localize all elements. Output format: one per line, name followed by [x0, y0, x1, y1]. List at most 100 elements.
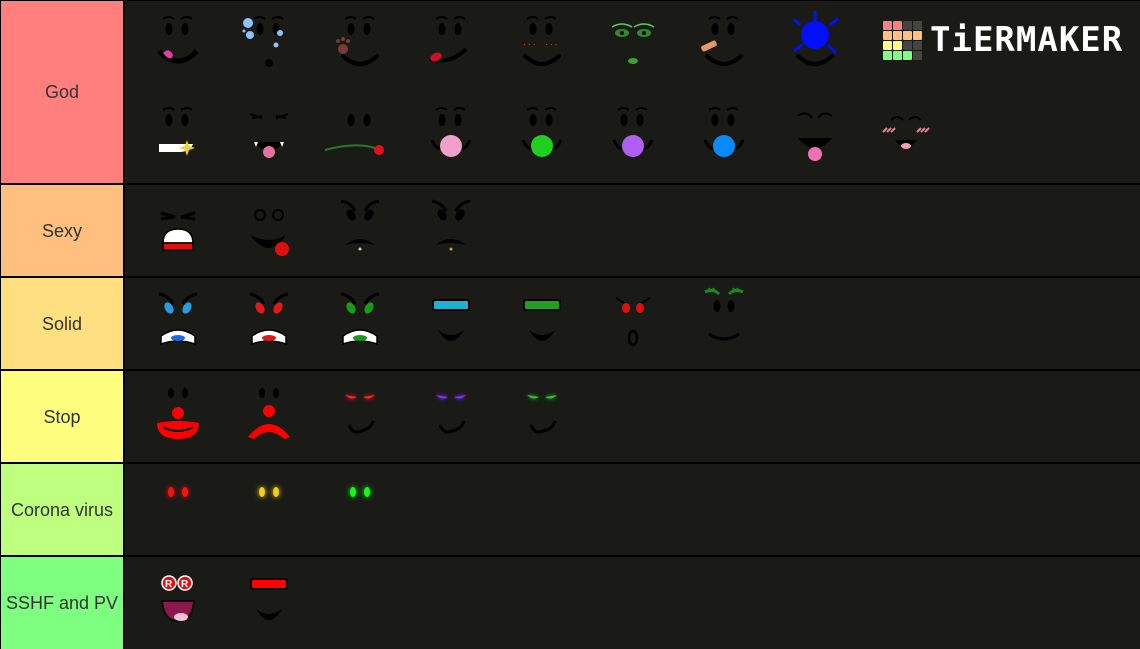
- face-item-red-glow-smirk[interactable]: [315, 371, 405, 461]
- tier-row: Corona virus: [0, 464, 1140, 555]
- logo-grid-cell: [913, 20, 922, 30]
- svg-text:R: R: [165, 579, 173, 590]
- blue-paint-splat-icon: [792, 11, 839, 66]
- face-item-paw-print-smile[interactable]: [315, 1, 405, 91]
- face-item-happy-tongue[interactable]: [770, 92, 860, 182]
- blue-angry-fangs-icon: [158, 292, 198, 346]
- blue-visor-smile-icon: [432, 299, 470, 341]
- face-item-green-glowing-eyes[interactable]: [315, 464, 405, 554]
- face-item-clown-happy[interactable]: [133, 371, 223, 461]
- gold-fang-icon: [431, 199, 471, 251]
- face-item-blue-bubblegum[interactable]: [679, 92, 769, 182]
- tier-items-area[interactable]: [125, 185, 1140, 276]
- logo-grid-cell: [893, 20, 902, 30]
- tier-label[interactable]: Stop: [1, 371, 124, 462]
- red-angry-fangs-icon: [249, 292, 289, 346]
- tier-items-area[interactable]: [125, 371, 1140, 462]
- logo-grid-cell: [893, 40, 902, 50]
- red-lip-smirk-icon: [429, 16, 468, 63]
- tier-items-area[interactable]: RR: [125, 557, 1140, 649]
- face-item-blue-visor-smile[interactable]: [406, 278, 496, 368]
- face-item-gold-tooth-grin[interactable]: [133, 92, 223, 182]
- face-item-gold-fang[interactable]: [406, 185, 496, 275]
- yellow-glowing-eyes-icon: [259, 487, 279, 497]
- bubbles-surprised-icon: [242, 16, 284, 67]
- face-item-silver-fang[interactable]: [315, 185, 405, 275]
- tier-items-area[interactable]: [125, 464, 1140, 555]
- tier-items-area[interactable]: [125, 278, 1140, 369]
- logo-grid-cell: [903, 50, 912, 60]
- laurel-smile-icon: [704, 287, 744, 341]
- silver-fang-icon: [340, 199, 380, 251]
- tier-label[interactable]: Solid: [1, 278, 124, 369]
- red-visor-smile-icon: [250, 578, 288, 620]
- face-item-laurel-smile[interactable]: [679, 278, 769, 368]
- tier-row: Sexy: [0, 185, 1140, 276]
- green-angry-fangs-icon: [340, 292, 380, 346]
- tier-row: SSHF and PV R R: [0, 557, 1140, 649]
- logo-grid-cell: [883, 50, 892, 60]
- face-item-blue-angry-fangs[interactable]: [133, 278, 223, 368]
- face-item-roblox-r-eyes[interactable]: RR: [133, 557, 223, 647]
- face-item-blushing-happy[interactable]: [861, 92, 951, 182]
- green-eyes-glam-icon: [611, 23, 655, 64]
- squint-red-mouth-icon: [160, 211, 196, 251]
- face-item-red-glowing-eyes[interactable]: [133, 464, 223, 554]
- svg-text:· · ·: · · ·: [545, 40, 557, 49]
- face-item-green-eyes-glam[interactable]: [588, 1, 678, 91]
- face-item-clown-sad[interactable]: [224, 371, 314, 461]
- tier-row: Solid: [0, 278, 1140, 369]
- face-item-red-angry-fangs[interactable]: [224, 278, 314, 368]
- red-glowing-eyes-icon: [168, 487, 188, 497]
- face-item-blue-paint-splat[interactable]: [770, 1, 860, 91]
- face-item-green-angry-fangs[interactable]: [315, 278, 405, 368]
- face-item-green-visor-smile[interactable]: [497, 278, 587, 368]
- green-glowing-eyes-icon: [350, 487, 370, 497]
- tier-label[interactable]: SSHF and PV: [1, 557, 124, 649]
- logo-grid-cell: [913, 30, 922, 40]
- face-item-orange-freckles[interactable]: · · · · · ·: [497, 1, 587, 91]
- face-item-yellow-glowing-eyes[interactable]: [224, 464, 314, 554]
- happy-tongue-icon: [797, 112, 833, 161]
- tongue-smile-icon: [157, 16, 199, 64]
- tier-label[interactable]: Corona virus: [1, 464, 124, 555]
- face-item-crazy-tongue[interactable]: [224, 185, 314, 275]
- clown-happy-icon: [157, 388, 199, 439]
- green-glow-smirk-icon: [527, 395, 557, 434]
- svg-text:R: R: [181, 579, 189, 590]
- red-eyes-o-mouth-icon: [615, 297, 651, 347]
- logo-grid-cell: [893, 50, 902, 60]
- face-item-bandage-smile[interactable]: [679, 1, 769, 91]
- face-item-green-glow-smirk[interactable]: [497, 371, 587, 461]
- paw-print-smile-icon: [336, 16, 379, 66]
- vampire-tongue-icon: [249, 113, 289, 158]
- face-item-red-eyes-o-mouth[interactable]: [588, 278, 678, 368]
- clown-sad-icon: [248, 388, 290, 439]
- tier-list-board: God · · · · · · Sexy Solid Stop Corona virus SS…: [0, 0, 1140, 649]
- orange-freckles-icon: · · · · · ·: [523, 16, 561, 66]
- rose-in-mouth-icon: [324, 114, 384, 155]
- tiermaker-logo[interactable]: TiERMAKER: [883, 20, 1123, 60]
- tier-label[interactable]: Sexy: [1, 185, 124, 276]
- logo-grid-cell: [903, 40, 912, 50]
- face-item-tongue-smile[interactable]: [133, 1, 223, 91]
- face-item-red-lip-smirk[interactable]: [406, 1, 496, 91]
- face-item-squint-red-mouth[interactable]: [133, 185, 223, 275]
- logo-grid-cell: [893, 30, 902, 40]
- face-item-vampire-tongue[interactable]: [224, 92, 314, 182]
- face-item-purple-bubblegum[interactable]: [588, 92, 678, 182]
- face-item-rose-in-mouth[interactable]: [315, 92, 405, 182]
- svg-text:· · ·: · · ·: [523, 40, 535, 49]
- logo-grid-cell: [913, 40, 922, 50]
- logo-grid-cell: [903, 30, 912, 40]
- face-item-pink-bubblegum[interactable]: [406, 92, 496, 182]
- face-item-purple-glow-smirk[interactable]: [406, 371, 496, 461]
- tier-label[interactable]: God: [1, 1, 124, 183]
- face-item-bubbles-surprised[interactable]: [224, 1, 314, 91]
- roblox-r-eyes-icon: RR: [161, 575, 195, 622]
- tier-row: Stop: [0, 371, 1140, 462]
- gold-tooth-grin-icon: [159, 107, 195, 156]
- pink-bubblegum-icon: [430, 107, 472, 157]
- face-item-green-bubblegum[interactable]: [497, 92, 587, 182]
- face-item-red-visor-smile[interactable]: [224, 557, 314, 647]
